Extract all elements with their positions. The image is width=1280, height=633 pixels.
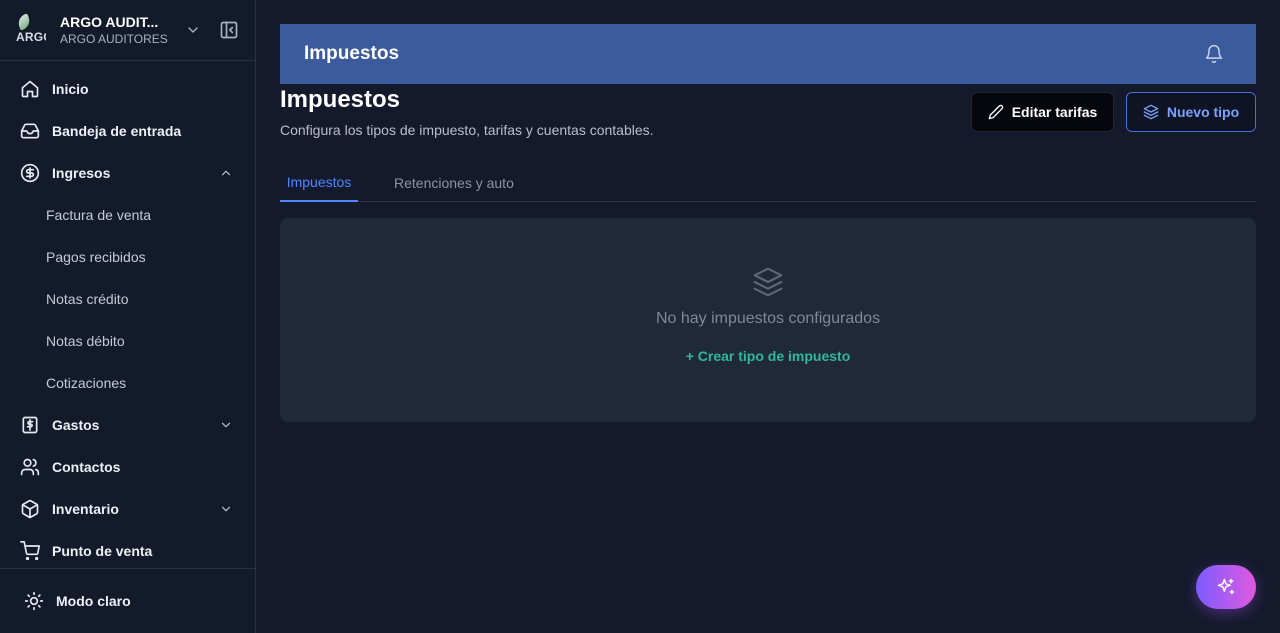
layers-icon — [753, 267, 783, 297]
theme-toggle[interactable]: Modo claro — [0, 568, 255, 633]
chevron-down-icon — [221, 506, 231, 512]
pencil-icon — [988, 104, 1003, 120]
sidebar-item-label: Bandeja de entrada — [52, 123, 182, 139]
sidebar-item-inventario[interactable]: Inventario — [0, 488, 255, 530]
sidebar-item-gastos[interactable]: Gastos — [0, 404, 255, 446]
org-logo: ARGO — [15, 13, 46, 45]
new-type-label: Nuevo tipo — [1166, 104, 1240, 120]
sidebar-subitem-label: Cotizaciones — [46, 375, 127, 391]
header-title: Impuestos — [304, 43, 400, 64]
sidebar-subitem-notas-debito[interactable]: Notas débito — [0, 320, 255, 362]
empty-state-card: No hay impuestos configurados + Crear ti… — [280, 218, 1256, 422]
ai-assistant-button[interactable] — [1196, 565, 1256, 609]
sidebar-item-contactos[interactable]: Contactos — [0, 446, 255, 488]
sidebar-item-label: Inicio — [52, 81, 89, 97]
top-header: Impuestos — [280, 24, 1256, 84]
tab-impuestos[interactable]: Impuestos — [280, 164, 358, 202]
tab-retenciones[interactable]: Retenciones y auto — [394, 164, 514, 202]
sidebar-item-label: Gastos — [52, 417, 100, 433]
org-switcher[interactable]: ARGO ARGO AUDIT... ARGO AUDITORES — [0, 0, 255, 61]
sidebar-subitem-pagos-recibidos[interactable]: Pagos recibidos — [0, 236, 255, 278]
empty-state-message: No hay impuestos configurados — [655, 310, 881, 327]
sidebar-item-label: Punto de venta — [52, 543, 153, 559]
org-subtitle: ARGO AUDITORES — [60, 32, 168, 46]
edit-rates-button[interactable]: Editar tarifas — [971, 92, 1114, 132]
sidebar-subitem-factura-venta[interactable]: Factura de venta — [0, 194, 255, 236]
bell-icon[interactable] — [1204, 44, 1224, 64]
tabs: Impuestos Retenciones y auto — [280, 164, 1256, 202]
chevron-down-icon — [221, 422, 231, 428]
new-type-button[interactable]: Nuevo tipo — [1126, 92, 1256, 132]
sidebar-item-ingresos[interactable]: Ingresos — [0, 152, 255, 194]
sidebar-nav: Inicio Bandeja de entrada Ingresos Factu… — [0, 61, 255, 572]
sidebar-item-inicio[interactable]: Inicio — [0, 68, 255, 110]
sidebar-subitem-label: Factura de venta — [46, 207, 152, 223]
page-description: Configura los tipos de impuesto, tarifas… — [280, 122, 654, 138]
sidebar-item-bandeja[interactable]: Bandeja de entrada — [0, 110, 255, 152]
page-title: Impuestos — [280, 86, 401, 113]
edit-rates-label: Editar tarifas — [1011, 104, 1098, 120]
org-name: ARGO AUDIT... — [60, 14, 159, 30]
inbox-icon — [20, 123, 40, 139]
sidebar-item-label: Inventario — [52, 501, 119, 517]
sidebar: ARGO ARGO AUDIT... ARGO AUDITORES Inicio… — [0, 0, 256, 633]
sidebar-subitem-label: Notas crédito — [46, 291, 129, 307]
package-icon — [21, 499, 39, 519]
layers-icon — [1143, 104, 1159, 120]
sidebar-subitem-cotizaciones[interactable]: Cotizaciones — [0, 362, 255, 404]
receipt-dollar-icon — [22, 416, 38, 434]
users-icon — [20, 458, 40, 476]
sidebar-item-label: Ingresos — [52, 165, 111, 181]
sun-icon — [24, 591, 44, 611]
sidebar-item-punto-venta[interactable]: Punto de venta — [0, 530, 255, 572]
sidebar-subitem-notas-credito[interactable]: Notas crédito — [0, 278, 255, 320]
create-tax-type-link[interactable]: + Crear tipo de impuesto — [280, 348, 1256, 364]
sidebar-subitem-label: Pagos recibidos — [46, 249, 146, 265]
theme-toggle-label: Modo claro — [56, 593, 131, 609]
sidebar-item-label: Contactos — [52, 459, 121, 475]
cart-icon — [20, 541, 40, 561]
chevron-down-icon[interactable] — [185, 22, 201, 38]
chevron-up-icon — [221, 170, 231, 176]
sparkles-icon — [1217, 578, 1235, 595]
dollar-circle-icon — [20, 163, 40, 183]
sidebar-subitem-label: Notas débito — [46, 333, 125, 349]
home-icon — [21, 80, 39, 98]
sidebar-collapse-icon[interactable] — [219, 20, 239, 40]
